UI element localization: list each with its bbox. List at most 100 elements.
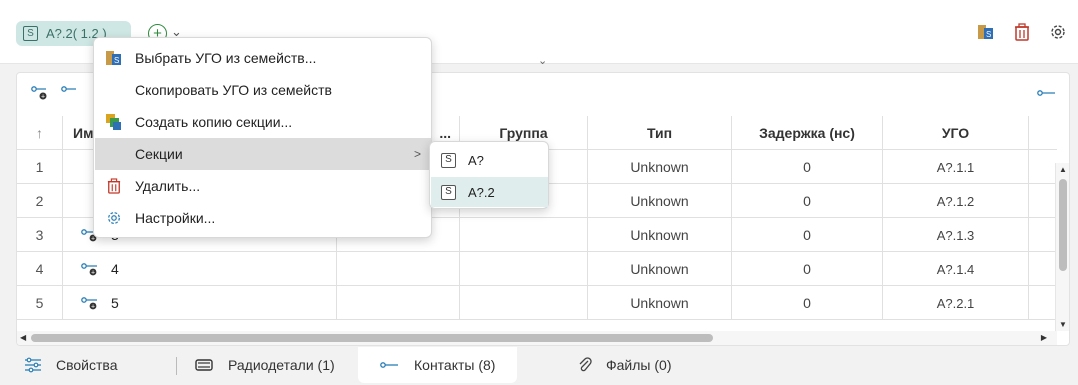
tab-divider [176,357,177,375]
menu-item-label: Удалить... [135,178,201,194]
chevron-down-icon: ⌄ [538,55,548,67]
menu-item-create-copy[interactable]: Создать копию секции... [95,106,431,138]
row-ugo: A?.1.1 [883,150,1029,184]
column-header-type[interactable]: Тип [588,116,732,150]
row-ugo: A?.1.2 [883,184,1029,218]
row-p [337,286,460,320]
row-tail [1029,286,1057,320]
vertical-scrollbar[interactable]: ▲ ▼ [1055,163,1069,331]
row-group [460,286,588,320]
add-contact-icon[interactable]: + [31,85,51,101]
row-delay: 0 [732,218,883,252]
menu-item-label: Создать копию секции... [135,114,293,130]
menu-item-select-ugo[interactable]: S Выбрать УГО из семейств... [95,42,431,74]
row-type: Unknown [588,150,732,184]
menu-item-settings[interactable]: Настройки... [95,202,431,234]
contact-icon [380,360,400,370]
svg-text:+: + [91,270,95,277]
row-type: Unknown [588,184,732,218]
submenu-item-section[interactable]: S A?.2 [431,177,548,207]
row-type: Unknown [588,218,732,252]
row-ugo: A?.1.3 [883,218,1029,252]
horizontal-scroll-thumb[interactable] [31,334,713,342]
gear-icon[interactable] [1048,22,1068,42]
vertical-scroll-thumb[interactable] [1059,179,1067,271]
menu-item-delete[interactable]: Удалить... [95,170,431,202]
family-library-icon[interactable]: S [976,22,996,42]
submenu-item-section[interactable]: S A? [431,145,548,175]
horizontal-scrollbar[interactable]: ◀ ▶ [17,331,1057,345]
row-tail [1029,184,1057,218]
row-number: 5 [17,286,63,320]
tab-files[interactable]: Файлы (0) [578,347,671,383]
row-ugo: A?.1.4 [883,252,1029,286]
tab-properties[interactable]: Свойства [24,347,117,383]
scroll-right-icon[interactable]: ▶ [1041,333,1047,342]
tab-contacts[interactable]: Контакты (8) [358,347,518,383]
contact-link-icon[interactable] [61,85,81,101]
scroll-left-icon[interactable]: ◀ [20,333,26,342]
sort-arrow-icon[interactable]: ↑ [17,116,63,150]
scroll-up-icon[interactable]: ▲ [1059,165,1067,174]
row-name-text: 5 [111,295,119,311]
row-name: + 5 [63,286,337,320]
menu-item-copy-ugo[interactable]: Скопировать УГО из семейств [95,74,431,106]
svg-text:S: S [986,30,991,39]
svg-text:+: + [41,94,45,101]
tab-radio-parts[interactable]: Радиодетали (1) [194,347,335,383]
submenu-item-label: A? [468,152,484,168]
row-name: + 4 [63,252,337,286]
chevron-right-icon: > [413,147,421,161]
svg-text:+: + [91,304,95,311]
table-row[interactable]: 5 + 5 Unknown 0 A?.2.1 [17,286,1057,320]
row-ugo: A?.2.1 [883,286,1029,320]
row-name-text: 4 [111,261,119,277]
row-delay: 0 [732,252,883,286]
menu-item-label: Настройки... [135,210,216,226]
submenu-item-label: A?.2 [468,184,495,200]
scroll-down-icon[interactable]: ▼ [1059,320,1067,329]
row-tail [1029,150,1057,184]
paperclip-icon [578,357,592,373]
row-group [460,218,588,252]
contact-icon: + [81,297,97,311]
top-right-toolbar: S [976,22,1068,42]
tab-radio-parts-label: Радиодетали (1) [228,357,335,373]
row-type: Unknown [588,252,732,286]
sliders-icon [24,357,42,373]
menu-item-label: Скопировать УГО из семейств [135,82,332,98]
column-header-delay[interactable]: Задержка (нс) [732,116,883,150]
section-s-badge: S [441,152,456,168]
row-group [460,252,588,286]
menu-item-label: Секции [135,146,183,162]
tab-contacts-label: Контакты (8) [414,357,496,373]
context-menu: S Выбрать УГО из семейств... Скопировать… [93,37,432,238]
column-header-ugo[interactable]: УГО [883,116,1029,150]
row-delay: 0 [732,150,883,184]
row-p [337,252,460,286]
delete-icon[interactable] [1012,22,1032,42]
contact-pin-icon[interactable] [1037,85,1057,101]
row-number: 4 [17,252,63,286]
section-s-badge: S [23,26,38,41]
row-type: Unknown [588,286,732,320]
delete-icon [105,177,123,195]
gear-icon [105,209,123,227]
sections-submenu: S A? S A?.2 [429,141,549,209]
svg-text:S: S [114,56,119,65]
row-tail [1029,252,1057,286]
menu-item-label: Выбрать УГО из семейств... [135,50,317,66]
tab-properties-label: Свойства [56,357,118,373]
family-library-icon: S [105,49,123,67]
row-number: 3 [17,218,63,252]
row-tail [1029,218,1057,252]
table-row[interactable]: 4 + 4 Unknown 0 A?.1.4 [17,252,1057,286]
row-number: 2 [17,184,63,218]
row-delay: 0 [732,286,883,320]
component-icon [194,358,214,372]
row-number: 1 [17,150,63,184]
copy-section-icon [105,113,123,131]
column-header-spacer [1029,116,1057,150]
tab-files-label: Файлы (0) [606,357,672,373]
menu-item-sections[interactable]: Секции > [95,138,431,170]
